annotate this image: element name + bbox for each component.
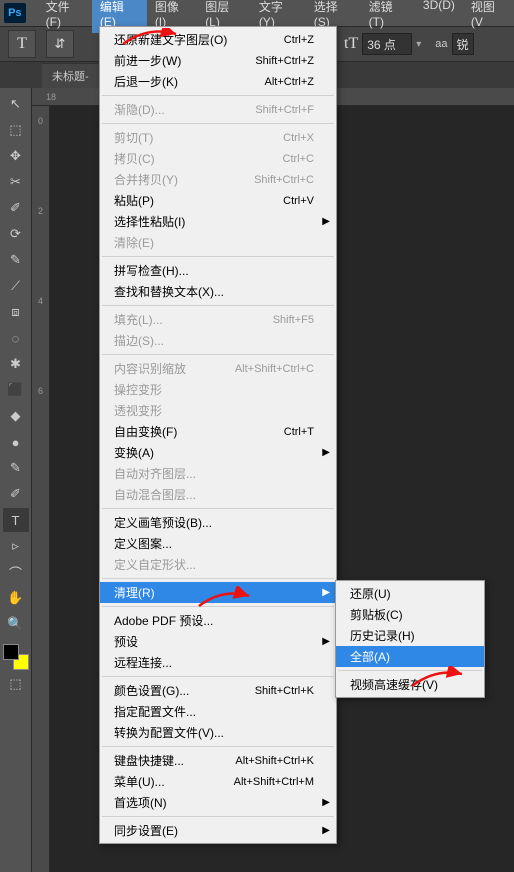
tool-0[interactable]: ↖ <box>3 92 29 116</box>
submenu-item[interactable]: 视频高速缓存(V) <box>336 674 484 695</box>
edit-menu-dropdown: 还原新建文字图层(O)Ctrl+Z前进一步(W)Shift+Ctrl+Z后退一步… <box>99 26 337 844</box>
tool-19[interactable]: ✋ <box>3 586 29 610</box>
ruler-vertical: 0246 <box>32 106 50 872</box>
document-tab[interactable]: 未标题- <box>42 63 99 88</box>
menuitem: 清除(E) <box>100 232 336 253</box>
menuitem[interactable]: 拼写检查(H)... <box>100 260 336 281</box>
tool-18[interactable]: ⌒ <box>3 560 29 584</box>
tool-7[interactable]: ⟋ <box>3 274 29 298</box>
menuitem: 拷贝(C)Ctrl+C <box>100 148 336 169</box>
tool-6[interactable]: ✎ <box>3 248 29 272</box>
menuitem: 定义自定形状... <box>100 554 336 575</box>
menuitem[interactable]: 键盘快捷键...Alt+Shift+Ctrl+K <box>100 750 336 771</box>
font-size-input[interactable] <box>362 33 412 55</box>
menuitem[interactable]: 指定配置文件... <box>100 701 336 722</box>
menuitem[interactable]: 查找和替换文本(X)... <box>100 281 336 302</box>
menuitem[interactable]: 还原新建文字图层(O)Ctrl+Z <box>100 29 336 50</box>
menuitem: 渐隐(D)...Shift+Ctrl+F <box>100 99 336 120</box>
menuitem[interactable]: 预设▶ <box>100 631 336 652</box>
menuitem[interactable]: 清理(R)▶ <box>100 582 336 603</box>
submenu-arrow-icon: ▶ <box>322 216 330 227</box>
tool-15[interactable]: ✐ <box>3 482 29 506</box>
tools-panel: ↖⬚✥✂✐⟳✎⟋⧈◌✱⬛◆●✎✐T▹⌒✋🔍⬚ <box>0 88 32 872</box>
tool-4[interactable]: ✐ <box>3 196 29 220</box>
menuitem[interactable]: 首选项(N)▶ <box>100 792 336 813</box>
menuitem[interactable]: 菜单(U)...Alt+Shift+Ctrl+M <box>100 771 336 792</box>
tool-5[interactable]: ⟳ <box>3 222 29 246</box>
menu-6[interactable]: 滤镜(T) <box>361 0 415 33</box>
toggle-orientation-button[interactable]: ⇵ <box>46 30 74 58</box>
tool-11[interactable]: ⬛ <box>3 378 29 402</box>
tool-10[interactable]: ✱ <box>3 352 29 376</box>
menuitem[interactable]: 颜色设置(G)...Shift+Ctrl+K <box>100 680 336 701</box>
menuitem: 填充(L)...Shift+F5 <box>100 309 336 330</box>
tool-20[interactable]: 🔍 <box>3 612 29 636</box>
tool-2[interactable]: ✥ <box>3 144 29 168</box>
menuitem[interactable]: 定义图案... <box>100 533 336 554</box>
menu-8[interactable]: 视图(V <box>463 0 514 33</box>
clear-submenu: 还原(U)剪贴板(C)历史记录(H)全部(A) 视频高速缓存(V) <box>335 580 485 698</box>
submenu-arrow-icon: ▶ <box>322 825 330 836</box>
menu-7[interactable]: 3D(D) <box>415 0 463 33</box>
submenu-arrow-icon: ▶ <box>322 587 330 598</box>
tool-14[interactable]: ✎ <box>3 456 29 480</box>
submenu-item[interactable]: 还原(U) <box>336 583 484 604</box>
font-size-icon: tT <box>344 35 358 53</box>
menuitem[interactable]: 粘贴(P)Ctrl+V <box>100 190 336 211</box>
submenu-arrow-icon: ▶ <box>322 636 330 647</box>
submenu-item[interactable]: 剪贴板(C) <box>336 604 484 625</box>
menuitem: 描边(S)... <box>100 330 336 351</box>
submenu-arrow-icon: ▶ <box>322 797 330 808</box>
app-logo: Ps <box>4 3 26 23</box>
menuitem[interactable]: 选择性粘贴(I)▶ <box>100 211 336 232</box>
menuitem[interactable]: 前进一步(W)Shift+Ctrl+Z <box>100 50 336 71</box>
menuitem[interactable]: Adobe PDF 预设... <box>100 610 336 631</box>
submenu-item[interactable]: 历史记录(H) <box>336 625 484 646</box>
menuitem[interactable]: 转换为配置文件(V)... <box>100 722 336 743</box>
menuitem[interactable]: 同步设置(E)▶ <box>100 820 336 841</box>
antialias-label: aa <box>435 38 447 50</box>
menuitem[interactable]: 远程连接... <box>100 652 336 673</box>
tool-3[interactable]: ✂ <box>3 170 29 194</box>
quickmask-icon[interactable]: ⬚ <box>3 672 29 696</box>
menuitem: 合并拷贝(Y)Shift+Ctrl+C <box>100 169 336 190</box>
submenu-arrow-icon: ▶ <box>322 447 330 458</box>
menu-0[interactable]: 文件(F) <box>38 0 92 33</box>
tool-12[interactable]: ◆ <box>3 404 29 428</box>
color-swatches[interactable] <box>3 644 29 670</box>
menubar: Ps 文件(F)编辑(E)图像(I)图层(L)文字(Y)选择(S)滤镜(T)3D… <box>0 0 514 26</box>
tool-9[interactable]: ◌ <box>3 326 29 350</box>
menuitem: 操控变形 <box>100 379 336 400</box>
tool-8[interactable]: ⧈ <box>3 300 29 324</box>
tool-13[interactable]: ● <box>3 430 29 454</box>
menuitem: 自动对齐图层... <box>100 463 336 484</box>
menuitem: 透视变形 <box>100 400 336 421</box>
tool-16[interactable]: T <box>3 508 29 532</box>
menuitem[interactable]: 变换(A)▶ <box>100 442 336 463</box>
tool-17[interactable]: ▹ <box>3 534 29 558</box>
menuitem: 剪切(T)Ctrl+X <box>100 127 336 148</box>
antialias-dropdown[interactable]: 锐 <box>452 33 474 55</box>
menuitem: 自动混合图层... <box>100 484 336 505</box>
menuitem[interactable]: 定义画笔预设(B)... <box>100 512 336 533</box>
menuitem: 内容识别缩放Alt+Shift+Ctrl+C <box>100 358 336 379</box>
menuitem[interactable]: 后退一步(K)Alt+Ctrl+Z <box>100 71 336 92</box>
menuitem[interactable]: 自由变换(F)Ctrl+T <box>100 421 336 442</box>
tool-1[interactable]: ⬚ <box>3 118 29 142</box>
submenu-item[interactable]: 全部(A) <box>336 646 484 667</box>
tool-indicator[interactable]: T <box>8 30 36 58</box>
